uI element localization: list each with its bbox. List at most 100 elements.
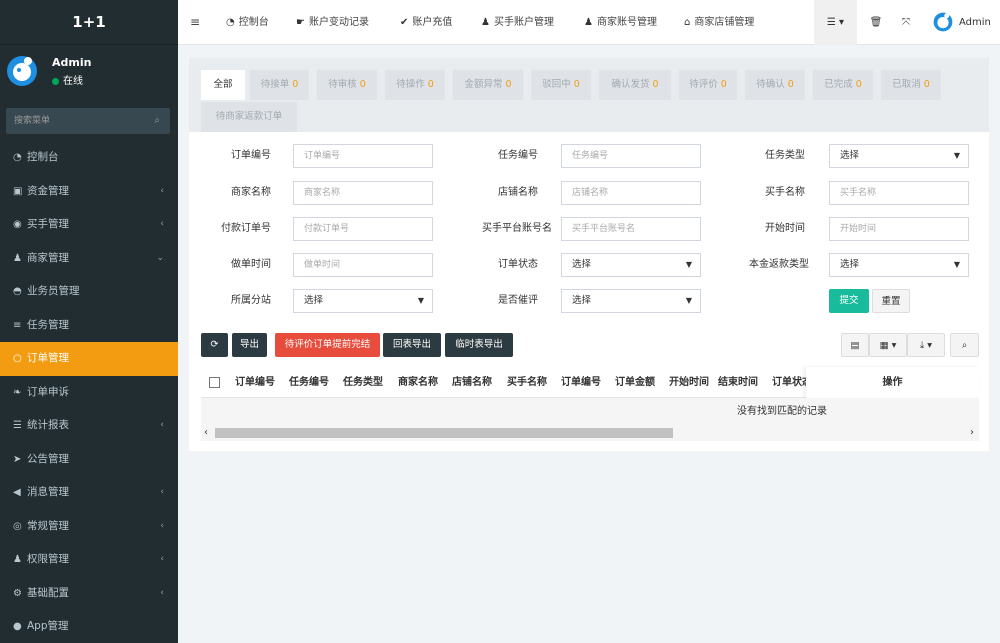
tab-pending-merchant-refund[interactable]: 待商家返款订单: [201, 102, 297, 132]
reset-button[interactable]: 重置: [872, 289, 910, 313]
task-no-input[interactable]: 任务编号: [561, 144, 701, 168]
merchant-input[interactable]: 商家名称: [293, 181, 433, 205]
col-shop[interactable]: 店铺名称: [452, 367, 504, 398]
sidebar-item-salesmen[interactable]: ◓ 业务员管理: [0, 275, 178, 309]
buyer-input[interactable]: 买手名称: [829, 181, 969, 205]
col-end-time[interactable]: 结束时间: [718, 367, 770, 398]
trash-icon[interactable]: 🗑: [868, 0, 884, 45]
chevron-down-icon: ⌄: [156, 252, 164, 263]
shop-label: 店铺名称: [498, 187, 538, 198]
chevron-left-icon: ‹: [160, 420, 164, 430]
sidebar-item-merchants[interactable]: ♟ 商家管理 ⌄: [0, 242, 178, 276]
topnav-recharge[interactable]: ✔ 账户充值: [400, 0, 452, 45]
col-start-time[interactable]: 开始时间: [669, 367, 721, 398]
select-value: 选择: [572, 295, 592, 306]
buyer-account-input[interactable]: 买手平台账号名: [561, 217, 701, 241]
order-time-input[interactable]: 做单时间: [293, 253, 433, 277]
select-all-checkbox[interactable]: [209, 377, 220, 388]
search-icon[interactable]: ⌕: [154, 108, 160, 134]
sidebar-item-permissions[interactable]: ♟ 权限管理 ‹: [0, 543, 178, 577]
export-button[interactable]: 导出: [232, 333, 267, 357]
tab-pending-rating[interactable]: 待评价 0: [679, 70, 737, 100]
col-order-no[interactable]: 订单编号: [235, 367, 287, 398]
user-menu[interactable]: Admin: [933, 0, 991, 45]
columns-icon: ▦ ▾: [879, 340, 897, 351]
sidebar-item-buyers[interactable]: ◉ 买手管理 ‹: [0, 208, 178, 242]
scroll-right-icon[interactable]: ›: [970, 425, 974, 441]
sidebar-item-app[interactable]: ● App管理: [0, 610, 178, 643]
tab-amount-abnormal[interactable]: 金额异常 0: [453, 70, 523, 100]
sidebar-item-config[interactable]: ⚙ 基础配置 ‹: [0, 577, 178, 611]
topnav-dashboard[interactable]: ◔ 控制台: [226, 0, 269, 45]
tab-count: 0: [855, 79, 862, 90]
pay-no-input[interactable]: 付款订单号: [293, 217, 433, 241]
sidebar-item-general[interactable]: ◎ 常规管理 ‹: [0, 510, 178, 544]
tab-pending-operate[interactable]: 待操作 0: [385, 70, 445, 100]
leaf-icon: ❧: [13, 386, 22, 398]
refresh-button[interactable]: ⟳: [201, 333, 228, 357]
tab-count: 0: [720, 79, 727, 90]
branch-select[interactable]: 选择 ▼: [293, 289, 433, 313]
shop-input[interactable]: 店铺名称: [561, 181, 701, 205]
sidebar-item-reports[interactable]: ☰ 统计报表 ‹: [0, 409, 178, 443]
menu-toggle-icon[interactable]: ≡: [190, 0, 200, 45]
topnav-account-log[interactable]: ☛ 账户变动记录: [296, 0, 369, 45]
tab-cancelled[interactable]: 已取消 0: [881, 70, 941, 100]
urge-select[interactable]: 选择 ▼: [561, 289, 701, 313]
col-order-status[interactable]: 订单状态: [772, 367, 806, 398]
sidebar-item-orders[interactable]: ○ 订单管理: [0, 342, 178, 376]
fullscreen-icon[interactable]: ⤧: [898, 0, 914, 45]
tab-all[interactable]: 全部: [201, 70, 245, 100]
tab-pending-review[interactable]: 待审核 0: [317, 70, 377, 100]
report-export-button[interactable]: 回表导出: [383, 333, 441, 357]
tab-pending-accept[interactable]: 待接单 0: [250, 70, 309, 100]
tab-rejected[interactable]: 驳回中 0: [531, 70, 591, 100]
horizontal-scrollbar[interactable]: ‹ ›: [201, 425, 979, 441]
cogs-icon: ⚙: [13, 587, 22, 599]
task-type-select[interactable]: 选择 ▼: [829, 144, 969, 168]
sidebar-item-label: 订单申诉: [27, 385, 69, 398]
col-amount[interactable]: 订单金额: [615, 367, 667, 398]
sidebar-item-appeals[interactable]: ❧ 订单申诉: [0, 376, 178, 410]
col-task-type[interactable]: 任务类型: [343, 367, 395, 398]
sidebar-item-messages[interactable]: ◀ 消息管理 ‹: [0, 476, 178, 510]
tab-count: 0: [923, 79, 930, 90]
col-order-no-2[interactable]: 订单编号: [561, 367, 613, 398]
columns-button[interactable]: ▦ ▾: [869, 333, 907, 357]
topnav-merchant-shops[interactable]: ⌂ 商家店铺管理: [684, 0, 754, 45]
start-time-label: 开始时间: [765, 223, 805, 234]
topnav-buyer-accounts[interactable]: ♟ 买手账户管理: [481, 0, 554, 45]
topnav-label: 买手账户管理: [493, 17, 554, 28]
tab-confirm-shipping[interactable]: 确认发货 0: [599, 70, 671, 100]
sidebar-item-tasks[interactable]: ≡ 任务管理: [0, 309, 178, 343]
start-time-input[interactable]: 开始时间: [829, 217, 969, 241]
finish-early-button[interactable]: 待评价订单提前完结: [275, 333, 380, 357]
col-task-no[interactable]: 任务编号: [289, 367, 341, 398]
col-buyer[interactable]: 买手名称: [507, 367, 559, 398]
sidebar-item-dashboard[interactable]: ◔ 控制台: [0, 141, 178, 175]
temp-export-button[interactable]: 临时表导出: [445, 333, 513, 357]
card-view-button[interactable]: ▤: [841, 333, 869, 357]
search-button[interactable]: ⌕: [950, 333, 979, 357]
topnav-merchant-accounts[interactable]: ♟ 商家账号管理: [584, 0, 657, 45]
app-logo[interactable]: 1+1: [0, 0, 178, 45]
topnav-label: 账户变动记录: [308, 17, 369, 28]
order-time-label: 做单时间: [231, 259, 271, 270]
buyer-account-label: 买手平台账号名: [482, 223, 552, 234]
sidebar-search-input[interactable]: 搜索菜单 ⌕: [6, 108, 170, 134]
sidebar-item-funds[interactable]: ▣ 资金管理 ‹: [0, 175, 178, 209]
sidebar-item-notices[interactable]: ➤ 公告管理: [0, 443, 178, 477]
export-menu-button[interactable]: ⤓ ▾: [907, 333, 945, 357]
order-no-input[interactable]: 订单编号: [293, 144, 433, 168]
col-merchant[interactable]: 商家名称: [398, 367, 450, 398]
tab-pending-confirm[interactable]: 待确认 0: [745, 70, 805, 100]
view-switch-icon[interactable]: ☰ ▾: [814, 0, 857, 45]
scroll-left-icon[interactable]: ‹: [204, 425, 208, 441]
tab-completed[interactable]: 已完成 0: [813, 70, 873, 100]
refund-type-select[interactable]: 选择 ▼: [829, 253, 969, 277]
scrollbar-thumb[interactable]: [215, 428, 673, 438]
search-placeholder: 搜索菜单: [14, 116, 51, 126]
status-tabs: 全部 待接单 0 待审核 0 待操作 0 金额异常 0 驳回中 0 确认发货 0…: [189, 58, 989, 132]
order-status-select[interactable]: 选择 ▼: [561, 253, 701, 277]
submit-button[interactable]: 提交: [829, 289, 869, 313]
